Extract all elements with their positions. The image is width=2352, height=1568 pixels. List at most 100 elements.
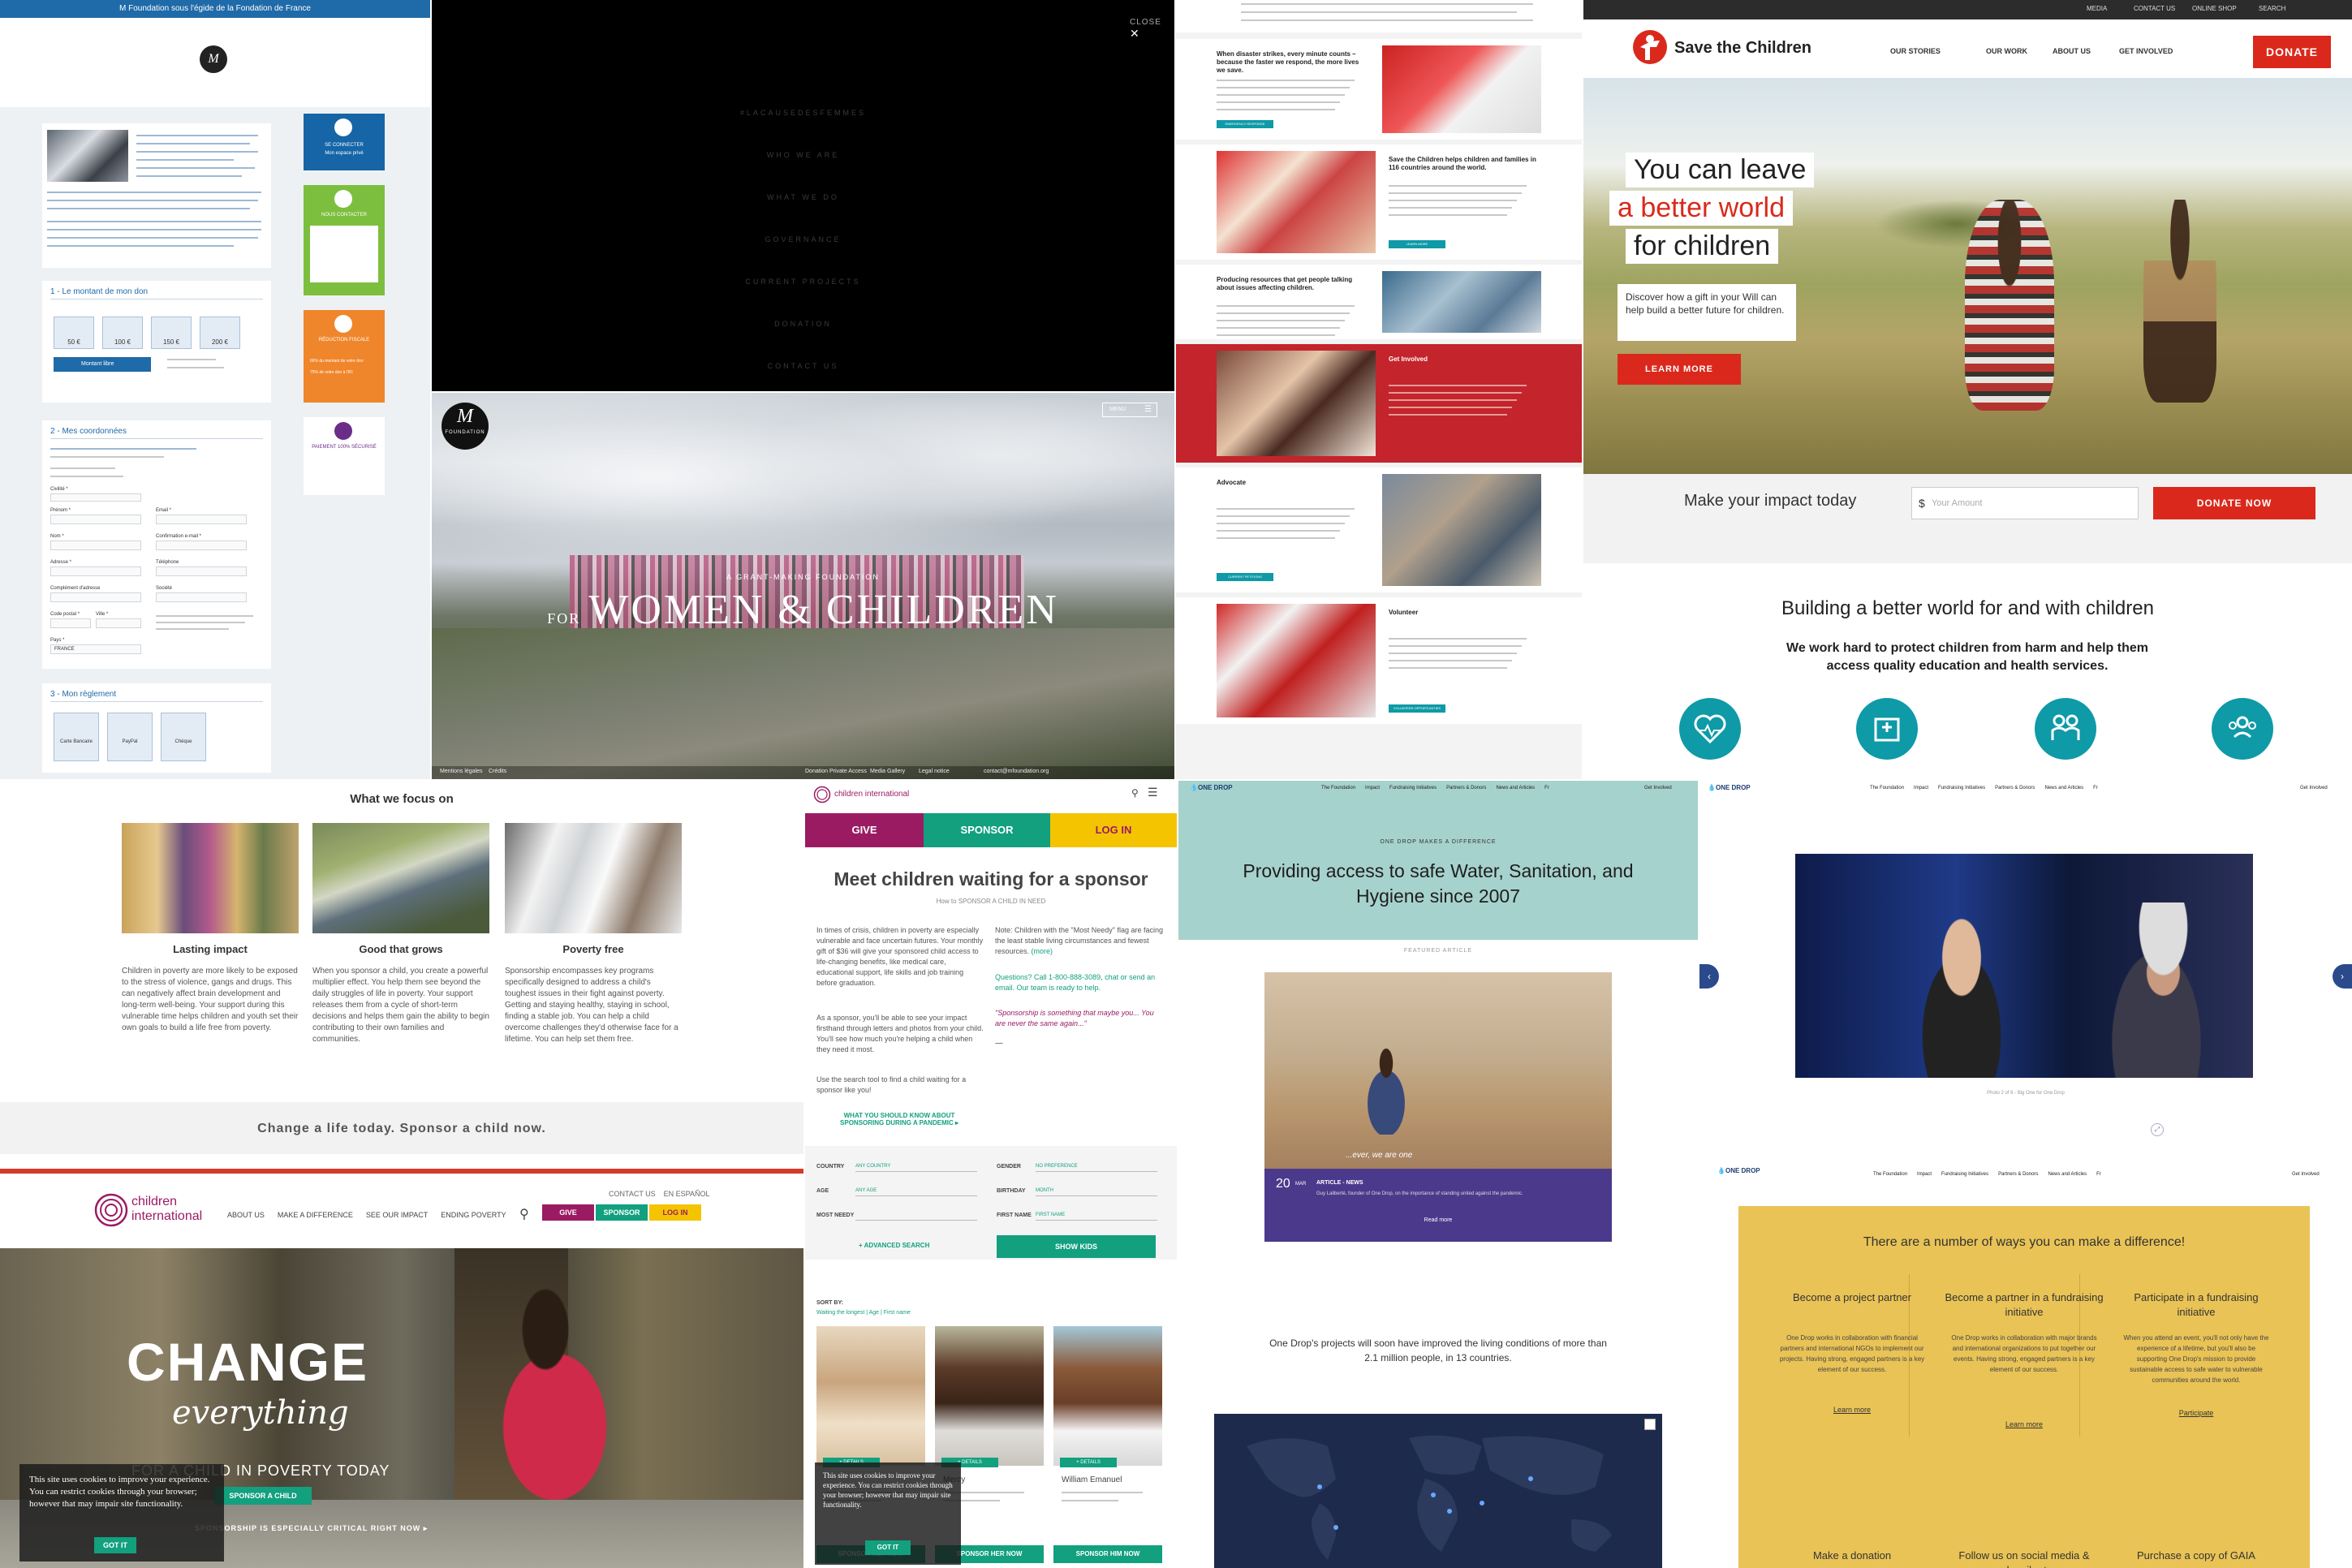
od-nav-link[interactable]: Impact: [1365, 786, 1380, 790]
connect-widget[interactable]: SE CONNECTER Mon espace privé: [304, 114, 385, 170]
footer-link[interactable]: Crédits: [489, 769, 506, 774]
search-icon[interactable]: ⚲: [519, 1206, 529, 1222]
civility-select[interactable]: [50, 493, 141, 502]
ci-logo[interactable]: children international: [94, 1193, 202, 1227]
menu-button[interactable]: MENU ☰: [1102, 403, 1157, 417]
sort-options[interactable]: Waiting the longest | Age | First name: [816, 1310, 911, 1316]
od-article-card[interactable]: 20 MAR ARTICLE - NEWS Guy Laliberté, fou…: [1264, 1169, 1612, 1242]
mobile-questions[interactable]: Questions? Call 1-800-888-3089, chat or …: [995, 972, 1165, 993]
give-button[interactable]: GIVE: [542, 1204, 594, 1221]
od3-logo[interactable]: 💧ONE DROP: [1717, 1167, 1760, 1174]
od-nav-link[interactable]: News and Articles: [2048, 1172, 2087, 1177]
hospital-icon[interactable]: [1856, 698, 1918, 760]
od-nav-link[interactable]: Fr: [1544, 786, 1549, 790]
stc-logo[interactable]: Save the Children: [1632, 29, 1811, 70]
login-button[interactable]: LOG IN: [649, 1204, 701, 1221]
od2-logo[interactable]: 💧ONE DROP: [1708, 784, 1751, 791]
amount-50[interactable]: 50 €: [54, 317, 94, 349]
ci-nav-link[interactable]: ENDING POVERTY: [441, 1211, 506, 1219]
amount-100[interactable]: 100 €: [102, 317, 143, 349]
util-nav-link[interactable]: CONTACT US: [2134, 5, 2175, 12]
advanced-search-link[interactable]: + ADVANCED SEARCH: [859, 1242, 929, 1249]
ci-nav-link[interactable]: MAKE A DIFFERENCE: [278, 1211, 353, 1219]
od-nav-link[interactable]: The Foundation: [1870, 786, 1904, 790]
address2-input[interactable]: [50, 592, 141, 602]
got-it-button[interactable]: GOT IT: [94, 1537, 136, 1553]
way-link[interactable]: Participate: [2115, 1409, 2277, 1417]
od-logo[interactable]: 💧ONE DROP: [1190, 784, 1233, 791]
country-select[interactable]: FRANCE: [50, 644, 141, 654]
od-nav-link[interactable]: Partners & Donors: [1995, 786, 2035, 790]
kid-photo-3[interactable]: [1053, 1326, 1162, 1466]
util-nav-link[interactable]: MEDIA: [2087, 5, 2107, 12]
section-button[interactable]: EMERGENCY RESPONSE: [1217, 120, 1273, 128]
filter-value[interactable]: MONTH: [1036, 1185, 1157, 1196]
kid-sponsor-button[interactable]: SPONSOR HIM NOW: [1053, 1545, 1162, 1563]
ci-nav-link[interactable]: ABOUT US: [227, 1211, 265, 1219]
mobile-menu-icon[interactable]: ☰: [1148, 786, 1158, 799]
mobile-search-icon[interactable]: ⚲: [1131, 787, 1139, 799]
payment-cheque[interactable]: Chèque: [161, 713, 206, 761]
main-nav-link[interactable]: OUR WORK: [1986, 47, 2027, 55]
zip-input[interactable]: [50, 618, 91, 628]
section-button[interactable]: LEARN MORE: [1389, 240, 1445, 248]
hero-foot[interactable]: SPONSORSHIP IS ESPECIALLY CRITICAL RIGHT…: [195, 1524, 428, 1533]
footer-link[interactable]: Legal notice: [919, 769, 950, 774]
way-bottom[interactable]: Purchase a copy of GAIA: [2115, 1549, 2277, 1563]
mobile-logo[interactable]: children international: [813, 786, 909, 803]
menu-item[interactable]: CONTACT US: [432, 362, 1174, 370]
kid-photo-1[interactable]: [816, 1326, 925, 1466]
od-nav-link[interactable]: The Foundation: [1873, 1172, 1907, 1177]
od-nav-link[interactable]: Partners & Donors: [1998, 1172, 2038, 1177]
od-nav-link[interactable]: News and Articles: [1496, 786, 1535, 790]
filter-value[interactable]: ANY AGE: [855, 1185, 977, 1196]
top-link[interactable]: EN ESPAÑOL: [664, 1190, 710, 1198]
amount-150[interactable]: 150 €: [151, 317, 192, 349]
od-nav-link[interactable]: Partners & Donors: [1446, 786, 1486, 790]
sponsor-button[interactable]: SPONSOR: [596, 1204, 648, 1221]
learn-more-button[interactable]: LEARN MORE: [1618, 354, 1741, 385]
m-logo[interactable]: M: [200, 45, 227, 73]
mobile-sponsor-tab[interactable]: SPONSOR: [924, 813, 1050, 847]
map-expand-icon[interactable]: [1644, 1419, 1656, 1430]
od-get-involved[interactable]: Get Involved: [1644, 786, 1672, 790]
filter-value[interactable]: FIRST NAME: [1036, 1209, 1157, 1221]
kid-photo-2[interactable]: [935, 1326, 1044, 1466]
menu-item[interactable]: #LACAUSEDESFEMMES: [432, 109, 1174, 117]
way-bottom[interactable]: Follow us on social media & subscribe to: [1943, 1549, 2105, 1568]
children-icon[interactable]: [2035, 698, 2096, 760]
util-nav-link[interactable]: SEARCH: [2259, 5, 2285, 12]
od-nav-link[interactable]: Fr: [2096, 1172, 2101, 1177]
show-kids-button[interactable]: SHOW KIDS: [997, 1235, 1156, 1258]
contact-widget[interactable]: NOUS CONTACTER: [304, 185, 385, 295]
gallery-next-button[interactable]: ›: [2333, 964, 2352, 989]
main-nav-link[interactable]: ABOUT US: [2053, 47, 2091, 55]
filter-value[interactable]: NO PREFERENCE: [1036, 1161, 1157, 1172]
email-input[interactable]: [156, 515, 247, 524]
od-nav-link[interactable]: Impact: [1917, 1172, 1932, 1177]
kid-details-button[interactable]: + DETAILS: [1060, 1458, 1117, 1467]
od-nav-link[interactable]: Fr: [2093, 786, 2098, 790]
donate-now-button[interactable]: DONATE NOW: [2153, 487, 2315, 519]
close-button[interactable]: CLOSE ✕: [1130, 18, 1174, 41]
menu-item[interactable]: WHAT WE DO: [432, 193, 1174, 201]
zoom-icon[interactable]: ⤢: [2151, 1123, 2164, 1136]
menu-item[interactable]: GOVERNANCE: [432, 235, 1174, 243]
amount-input[interactable]: $ Your Amount: [1911, 487, 2139, 519]
company-input[interactable]: [156, 592, 247, 602]
pandemic-link[interactable]: WHAT YOU SHOULD KNOW ABOUT SPONSORING DU…: [826, 1112, 972, 1126]
od-article-photo[interactable]: ...ever, we are one: [1264, 972, 1612, 1169]
footer-link[interactable]: Mentions légales: [440, 769, 483, 774]
mf-logo-circle[interactable]: M FOUNDATION: [442, 403, 489, 450]
phone-input[interactable]: [156, 566, 247, 576]
way-bottom[interactable]: Make a donation: [1771, 1549, 1933, 1563]
sponsor-child-button[interactable]: SPONSOR A CHILD: [214, 1487, 312, 1505]
mobile-got-it-button[interactable]: GOT IT: [865, 1540, 911, 1555]
filter-value[interactable]: ANY COUNTRY: [855, 1161, 977, 1172]
mobile-howto[interactable]: How to SPONSOR A CHILD IN NEED: [805, 898, 1177, 905]
payment-card[interactable]: Carte Bancaire: [54, 713, 99, 761]
menu-item[interactable]: WHO WE ARE: [432, 151, 1174, 159]
section-button[interactable]: VOLUNTEER OPPORTUNITIES: [1389, 704, 1445, 713]
cta-text[interactable]: Change a life today. Sponsor a child now…: [0, 1122, 803, 1136]
footer-link[interactable]: Media Gallery: [870, 769, 905, 774]
